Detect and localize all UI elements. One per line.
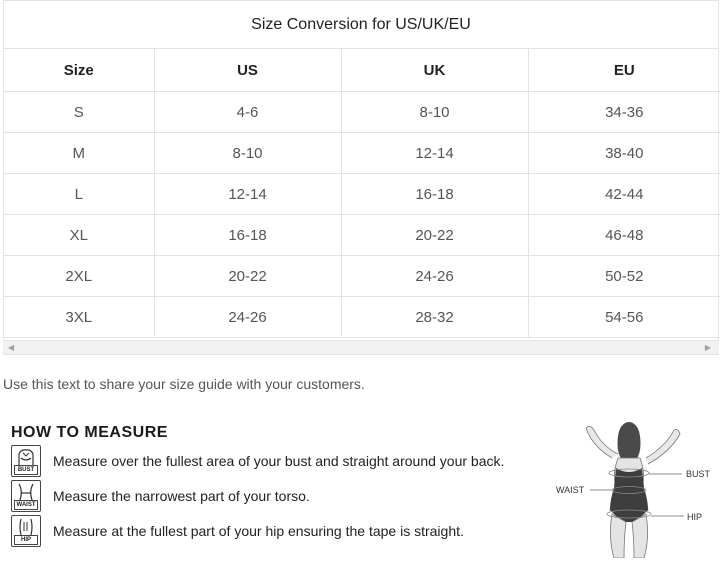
cell-uk: 24-26 xyxy=(341,255,529,297)
table-row: L 12-14 16-18 42-44 xyxy=(4,173,720,215)
figure-label-hip: HIP xyxy=(687,512,703,522)
cell-eu: 46-48 xyxy=(528,214,720,256)
cell-us: 16-18 xyxy=(154,214,342,256)
scroll-left-icon[interactable]: ◀ xyxy=(8,341,14,354)
cell-size: M xyxy=(4,132,155,174)
cell-us: 20-22 xyxy=(154,255,342,297)
how-to-measure-section: HOW TO MEASURE BUST Measure over the ful… xyxy=(0,418,720,578)
table-row: 2XL 20-22 24-26 50-52 xyxy=(4,255,720,297)
cell-size: L xyxy=(4,173,155,215)
measure-bust-text: Measure over the fullest area of your bu… xyxy=(53,453,505,469)
measure-heading: HOW TO MEASURE xyxy=(11,424,168,441)
cell-eu: 50-52 xyxy=(528,255,720,297)
size-conversion-table: Size Conversion for US/UK/EU Size US UK … xyxy=(3,0,720,355)
body-measure-figure: BUST WAIST HIP xyxy=(552,418,720,559)
table-row: XL 16-18 20-22 46-48 xyxy=(4,214,720,256)
measure-waist-text: Measure the narrowest part of your torso… xyxy=(53,488,310,504)
waist-icon-label: WAIST xyxy=(14,500,38,510)
table-row: M 8-10 12-14 38-40 xyxy=(4,132,720,174)
cell-size: 2XL xyxy=(4,255,155,297)
header-size: Size xyxy=(4,49,155,92)
header-us: US xyxy=(154,49,342,92)
cell-uk: 12-14 xyxy=(341,132,529,174)
bust-icon: BUST xyxy=(11,445,41,477)
hip-icon-label: HIP xyxy=(14,535,38,545)
horizontal-scrollbar[interactable]: ◀ ▶ xyxy=(3,340,719,354)
cell-size: XL xyxy=(4,214,155,256)
measure-hip-text: Measure at the fullest part of your hip … xyxy=(53,523,464,539)
share-note: Use this text to share your size guide w… xyxy=(3,376,365,392)
cell-us: 24-26 xyxy=(154,296,342,338)
figure-label-waist: WAIST xyxy=(556,485,585,495)
cell-eu: 42-44 xyxy=(528,173,720,215)
table-header-row: Size US UK EU xyxy=(4,49,720,92)
table-title: Size Conversion for US/UK/EU xyxy=(4,1,718,49)
cell-uk: 20-22 xyxy=(341,214,529,256)
header-uk: UK xyxy=(341,49,529,92)
measure-item-waist: WAIST Measure the narrowest part of your… xyxy=(11,480,310,512)
cell-eu: 38-40 xyxy=(528,132,720,174)
figure-label-bust: BUST xyxy=(686,469,711,479)
hip-icon: HIP xyxy=(11,515,41,547)
cell-eu: 34-36 xyxy=(528,91,720,133)
cell-us: 4-6 xyxy=(154,91,342,133)
waist-icon: WAIST xyxy=(11,480,41,512)
table-row: 3XL 24-26 28-32 54-56 xyxy=(4,296,720,338)
scroll-right-icon[interactable]: ▶ xyxy=(705,341,711,354)
cell-eu: 54-56 xyxy=(528,296,720,338)
cell-uk: 28-32 xyxy=(341,296,529,338)
cell-uk: 16-18 xyxy=(341,173,529,215)
header-eu: EU xyxy=(528,49,720,92)
cell-us: 12-14 xyxy=(154,173,342,215)
measure-item-bust: BUST Measure over the fullest area of yo… xyxy=(11,445,504,477)
measure-item-hip: HIP Measure at the fullest part of your … xyxy=(11,515,464,547)
cell-uk: 8-10 xyxy=(341,91,529,133)
cell-size: 3XL xyxy=(4,296,155,338)
cell-size: S xyxy=(4,91,155,133)
cell-us: 8-10 xyxy=(154,132,342,174)
table-row: S 4-6 8-10 34-36 xyxy=(4,91,720,133)
size-table: Size US UK EU S 4-6 8-10 34-36 M 8-10 12… xyxy=(4,49,720,338)
bust-icon-label: BUST xyxy=(14,465,38,475)
